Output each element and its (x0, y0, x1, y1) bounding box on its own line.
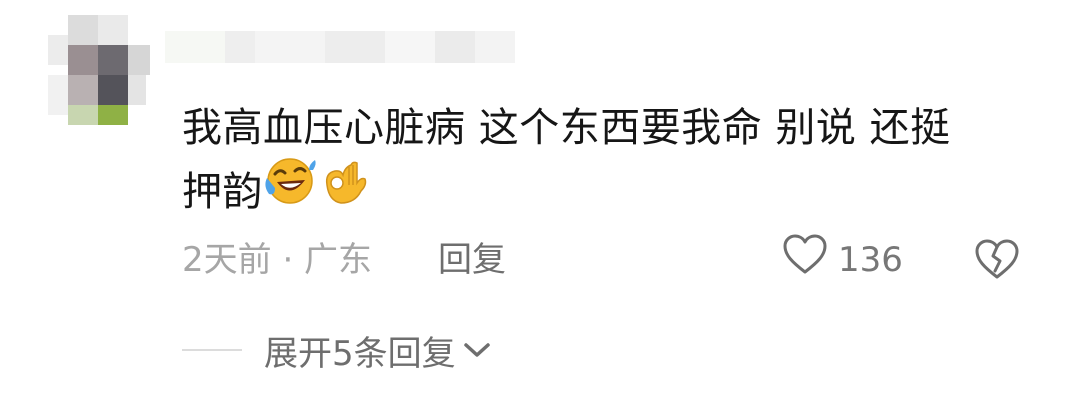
avatar[interactable] (40, 15, 160, 135)
comment-line-2: 押韵 (182, 157, 1062, 226)
ok-hand-emoji (317, 155, 369, 226)
username-blurred[interactable] (165, 31, 515, 63)
comment-line-1: 我高血压心脏病 这个东西要我命 别说 还挺 (182, 105, 951, 151)
comment-meta-row: 2天前 · 广东 回复 136 (182, 234, 1062, 284)
expand-divider (182, 349, 242, 351)
username-pixelated (165, 31, 515, 63)
broken-heart-icon (974, 239, 1020, 289)
like-count: 136 (838, 240, 903, 280)
expand-replies-button[interactable]: 展开5条回复 (182, 326, 492, 374)
rofl-emoji (263, 156, 317, 225)
like-button[interactable]: 136 (782, 234, 903, 284)
time-location: 2天前 · 广东 (182, 240, 373, 280)
expand-replies-label: 展开5条回复 (264, 333, 456, 374)
comment-line-2-text: 押韵 (182, 169, 263, 215)
avatar-image (40, 15, 160, 135)
heart-icon (782, 233, 828, 288)
reply-button[interactable]: 回复 (438, 236, 506, 284)
chevron-down-icon (462, 339, 492, 365)
comment-text: 我高血压心脏病 这个东西要我命 别说 还挺 押韵 (182, 96, 1062, 226)
dislike-button[interactable] (974, 238, 1020, 293)
